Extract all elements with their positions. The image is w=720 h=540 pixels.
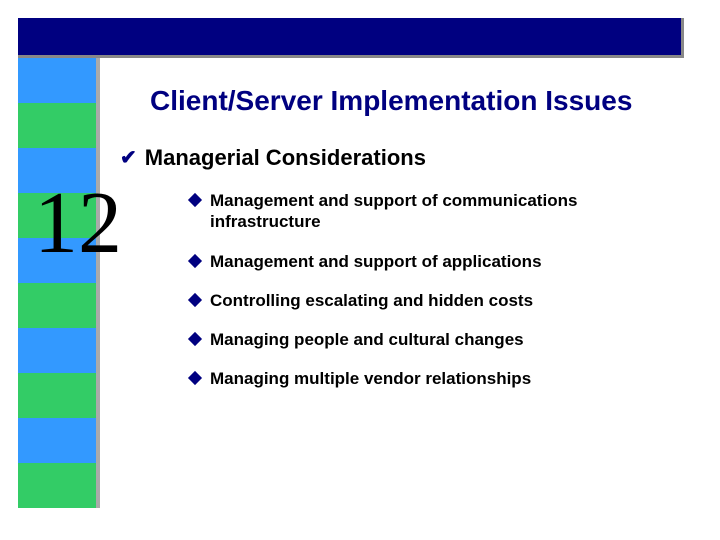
list-item-text: Controlling escalating and hidden costs (210, 290, 533, 311)
bullet-list: Management and support of communications… (190, 190, 690, 408)
side-stripes (18, 58, 96, 508)
diamond-icon (188, 293, 202, 307)
list-item: Controlling escalating and hidden costs (190, 290, 690, 311)
stripe (18, 463, 96, 508)
chapter-number: 12 (18, 180, 138, 268)
diamond-icon (188, 253, 202, 267)
stripe (18, 418, 96, 463)
diamond-icon (188, 193, 202, 207)
stripe-shadow (96, 58, 100, 508)
list-item: Managing people and cultural changes (190, 329, 690, 350)
stripe (18, 103, 96, 148)
subhead-bullet-icon: ✔ (120, 145, 137, 171)
list-item-text: Management and support of communications… (210, 190, 690, 233)
stripe (18, 283, 96, 328)
header-bar (18, 18, 684, 58)
stripe (18, 58, 96, 103)
list-item: Management and support of applications (190, 251, 690, 272)
list-item-text: Management and support of applications (210, 251, 542, 272)
subheading-text: Managerial Considerations (145, 145, 426, 171)
list-item-text: Managing people and cultural changes (210, 329, 524, 350)
diamond-icon (188, 332, 202, 346)
slide-title: Client/Server Implementation Issues (150, 85, 632, 117)
stripe (18, 328, 96, 373)
list-item-text: Managing multiple vendor relationships (210, 368, 531, 389)
diamond-icon (188, 371, 202, 385)
subheading: ✔ Managerial Considerations (120, 145, 426, 171)
list-item: Management and support of communications… (190, 190, 690, 233)
stripe (18, 373, 96, 418)
list-item: Managing multiple vendor relationships (190, 368, 690, 389)
